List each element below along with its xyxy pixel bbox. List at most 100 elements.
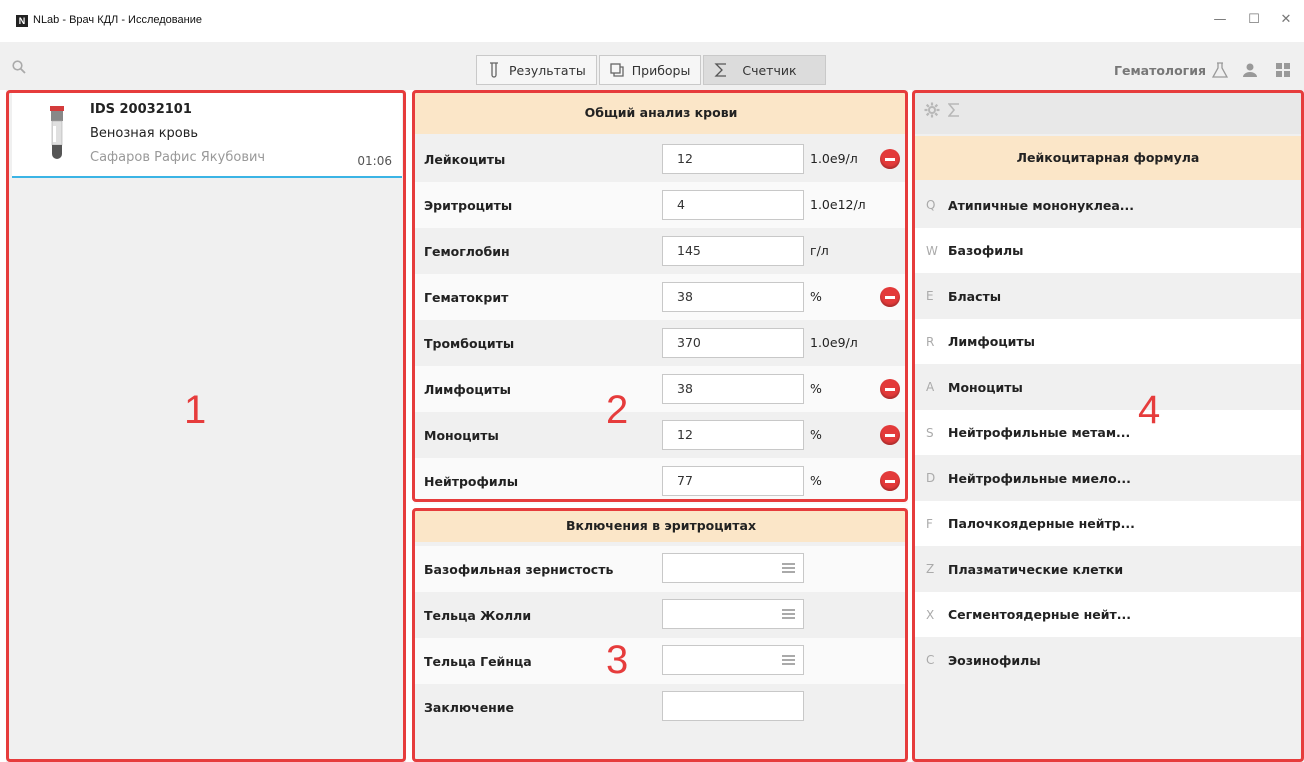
settings-icon[interactable] xyxy=(924,102,940,118)
formula-row[interactable]: R Лимфоциты xyxy=(914,318,1302,365)
cell-type-label: Лимфоциты xyxy=(948,334,1035,349)
cell-type-label: Палочкоядерные нейтр... xyxy=(948,516,1135,531)
hotkey-label: Q xyxy=(926,198,936,212)
hotkey-label: E xyxy=(926,289,934,303)
formula-row[interactable]: F Палочкоядерные нейтр... xyxy=(914,500,1302,547)
blood-tube-icon xyxy=(50,106,64,159)
cbc-value-input[interactable]: 77 xyxy=(662,466,804,496)
cbc-value-input[interactable]: 145 xyxy=(662,236,804,266)
cell-type-label: Бласты xyxy=(948,288,1002,304)
formula-row[interactable]: D Нейтрофильные миело... xyxy=(914,455,1302,501)
grid-icon[interactable] xyxy=(1276,63,1290,77)
inclusion-row-label: Базофильная зернистость xyxy=(424,561,614,577)
title-bar: N NLab - Врач КДЛ - Исследование — ☐ ✕ xyxy=(0,0,1304,42)
flask-icon[interactable] xyxy=(1212,62,1228,78)
cbc-value-input[interactable]: 12 xyxy=(662,144,804,174)
formula-row[interactable]: X Сегментоядерные нейт... xyxy=(914,591,1302,638)
remove-icon[interactable] xyxy=(880,425,900,445)
remove-icon[interactable] xyxy=(880,287,900,307)
cbc-value-input[interactable]: 370 xyxy=(662,328,804,358)
inclusion-row: Тельца Жолли xyxy=(414,592,908,638)
annotation-number-3: 3 xyxy=(606,638,629,682)
formula-title: Лейкоцитарная формула xyxy=(914,136,1302,180)
cell-type-label: Атипичные мононуклеа... xyxy=(948,197,1135,213)
hotkey-label: C xyxy=(926,653,935,667)
remove-icon[interactable] xyxy=(880,149,900,169)
formula-row[interactable]: C Эозинофилы xyxy=(914,637,1302,683)
sum-icon[interactable] xyxy=(948,103,960,117)
copy-icon xyxy=(610,63,624,77)
cell-type-label: Плазматические клетки xyxy=(948,561,1124,577)
app-logo: N xyxy=(16,15,28,27)
view-tabs: Результаты Приборы Счетчик xyxy=(476,55,828,85)
inclusion-row: Базофильная зернистость xyxy=(414,546,908,592)
inclusion-row-label: Заключение xyxy=(424,699,515,715)
cbc-value-input[interactable]: 38 xyxy=(662,282,804,312)
remove-icon[interactable] xyxy=(880,379,900,399)
cbc-title: Общий анализ крови xyxy=(414,92,908,134)
cell-type-label: Сегментоядерные нейт... xyxy=(948,607,1132,622)
menu-icon[interactable] xyxy=(782,609,795,619)
tab-devices[interactable]: Приборы xyxy=(598,55,702,85)
user-icon[interactable] xyxy=(1242,62,1258,78)
sample-time: 01:06 xyxy=(357,154,392,168)
tab-results-label: Результаты xyxy=(509,62,586,78)
cbc-row-label: Моноциты xyxy=(424,427,499,443)
maximize-button[interactable]: ☐ xyxy=(1244,10,1264,30)
window-title: NLab - Врач КДЛ - Исследование xyxy=(33,14,202,26)
search-icon[interactable] xyxy=(12,60,26,74)
minimize-button[interactable]: — xyxy=(1210,10,1230,30)
cbc-unit: % xyxy=(810,427,822,442)
cbc-value-input[interactable]: 4 xyxy=(662,190,804,220)
annotation-number-4: 4 xyxy=(1138,388,1161,432)
hotkey-label: Z xyxy=(926,562,935,576)
inclusions-title: Включения в эритроцитах xyxy=(414,510,908,542)
cbc-row-label: Гемоглобин xyxy=(424,243,510,259)
tab-results[interactable]: Результаты xyxy=(476,55,597,85)
menu-icon[interactable] xyxy=(782,655,795,665)
cbc-unit: 1.0e12/л xyxy=(810,197,866,212)
conclusion-input[interactable] xyxy=(662,691,804,721)
cbc-row-label: Эритроциты xyxy=(424,197,513,213)
tab-counter[interactable]: Счетчик xyxy=(703,55,826,85)
sample-id: IDS 20032101 xyxy=(90,102,192,117)
hotkey-label: A xyxy=(926,380,935,394)
cell-type-label: Эозинофилы xyxy=(948,652,1041,668)
hotkey-label: F xyxy=(926,516,933,531)
test-tube-icon xyxy=(490,62,498,78)
formula-row[interactable]: Q Атипичные мононуклеа... xyxy=(914,182,1302,228)
formula-row[interactable]: A Моноциты xyxy=(914,364,1302,410)
menu-icon[interactable] xyxy=(782,563,795,573)
hotkey-label: W xyxy=(926,243,938,258)
cbc-value-input[interactable]: 38 xyxy=(662,374,804,404)
patient-name: Сафаров Рафис Якубович xyxy=(90,150,266,165)
department-label: Гематология xyxy=(1114,62,1206,78)
formula-row[interactable]: Z Плазматические клетки xyxy=(914,546,1302,592)
cbc-row: Моноциты xyxy=(414,412,908,458)
sample-card[interactable]: IDS 20032101 Венозная кровь Сафаров Рафи… xyxy=(12,92,402,178)
cbc-unit: % xyxy=(810,473,822,488)
cell-type-label: Базофилы xyxy=(948,243,1024,258)
tab-counter-label: Счетчик xyxy=(742,62,797,78)
inclusion-row-label: Тельца Гейнца xyxy=(424,653,532,669)
cbc-row: Гемоглобин xyxy=(414,228,908,274)
tab-devices-label: Приборы xyxy=(631,62,691,78)
cbc-unit: % xyxy=(810,289,822,304)
formula-row[interactable]: E Бласты xyxy=(914,273,1302,319)
formula-row[interactable]: S Нейтрофильные метам... xyxy=(914,409,1302,456)
cbc-row: Лимфоциты xyxy=(414,366,908,412)
hotkey-label: D xyxy=(926,471,936,485)
cbc-value-input[interactable]: 12 xyxy=(662,420,804,450)
remove-icon[interactable] xyxy=(880,471,900,491)
toolbar-right: Гематология xyxy=(1114,62,1290,78)
inclusion-row: Заключение xyxy=(414,684,908,730)
cbc-row-label: Лимфоциты xyxy=(424,381,511,397)
cell-type-label: Нейтрофильные метам... xyxy=(948,425,1131,440)
hotkey-label: R xyxy=(926,334,935,349)
cell-type-label: Нейтрофильные миело... xyxy=(948,470,1131,486)
cbc-row-label: Лейкоциты xyxy=(424,151,506,167)
close-button[interactable]: ✕ xyxy=(1276,10,1296,30)
cbc-row-label: Нейтрофилы xyxy=(424,473,519,489)
formula-row[interactable]: W Базофилы xyxy=(914,227,1302,274)
cbc-row: Нейтрофилы xyxy=(414,458,908,504)
